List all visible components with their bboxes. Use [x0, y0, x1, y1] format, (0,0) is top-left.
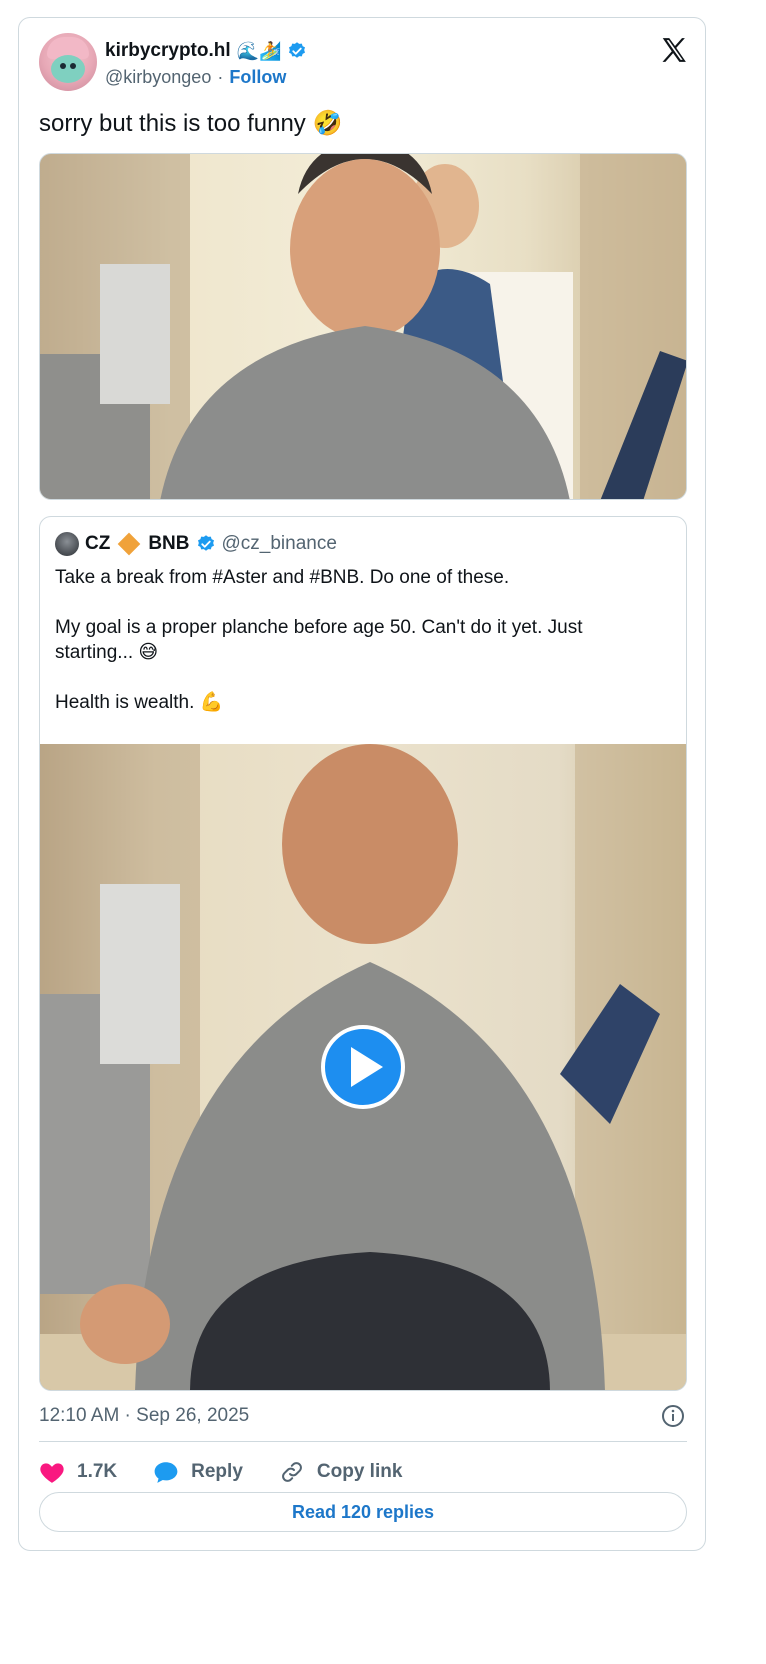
quoted-name-suffix: BNB: [148, 533, 190, 554]
read-replies-button[interactable]: Read 120 replies: [39, 1492, 687, 1532]
x-logo-icon[interactable]: [659, 35, 689, 65]
divider: [39, 1441, 687, 1442]
author-emoji: 🌊🏄: [236, 41, 282, 61]
tweet-actions: 1.7K Reply Copy link: [39, 1454, 402, 1490]
reply-button[interactable]: Reply: [153, 1460, 243, 1484]
verified-badge-icon: [197, 535, 214, 551]
handle-separator: ·: [217, 67, 224, 87]
quoted-text: Take a break from #Aster and #BNB. Do on…: [55, 567, 583, 713]
quoted-avatar[interactable]: [55, 532, 79, 556]
like-count: 1.7K: [77, 1461, 118, 1482]
author-name-row[interactable]: kirbycrypto.hl 🌊🏄: [105, 39, 307, 63]
quoted-header: CZ BNB @cz_binance: [55, 532, 337, 556]
copy-link-label: Copy link: [316, 1461, 403, 1482]
like-button[interactable]: 1.7K: [39, 1460, 117, 1484]
quoted-tweet[interactable]: CZ BNB @cz_binance Take a break from #As…: [39, 516, 687, 1391]
tweet-timestamp[interactable]: 12:10 AM · Sep 26, 2025: [39, 1405, 249, 1427]
tweet-card: kirbycrypto.hl 🌊🏄 @kirbyongeo · Follow s…: [18, 17, 706, 1551]
photo-illustration: [40, 154, 686, 499]
quoted-name[interactable]: CZ: [85, 533, 110, 555]
link-icon: [281, 1462, 302, 1482]
author-handle-row: @kirbyongeo · Follow: [105, 67, 286, 88]
tweet-header: kirbycrypto.hl 🌊🏄 @kirbyongeo · Follow: [39, 33, 689, 93]
heart-icon: [40, 1463, 64, 1483]
reply-label: Reply: [191, 1461, 243, 1482]
info-icon[interactable]: [661, 1404, 685, 1428]
follow-button[interactable]: Follow: [229, 67, 286, 88]
reply-bubble-icon: [154, 1462, 178, 1483]
verified-badge-icon: [289, 42, 306, 58]
quoted-handle[interactable]: @cz_binance: [222, 533, 337, 555]
author-display-name[interactable]: kirbycrypto.hl: [105, 40, 231, 62]
author-avatar[interactable]: [39, 33, 97, 91]
diamond-icon: [118, 532, 141, 556]
quoted-video[interactable]: [40, 744, 686, 1390]
tweet-text: sorry but this is too funny 🤣: [39, 110, 343, 137]
play-button[interactable]: [321, 1025, 405, 1109]
copy-link-button[interactable]: Copy link: [279, 1460, 403, 1484]
tweet-photo[interactable]: [39, 153, 687, 500]
play-icon: [351, 1047, 383, 1087]
author-handle[interactable]: @kirbyongeo: [105, 67, 211, 88]
